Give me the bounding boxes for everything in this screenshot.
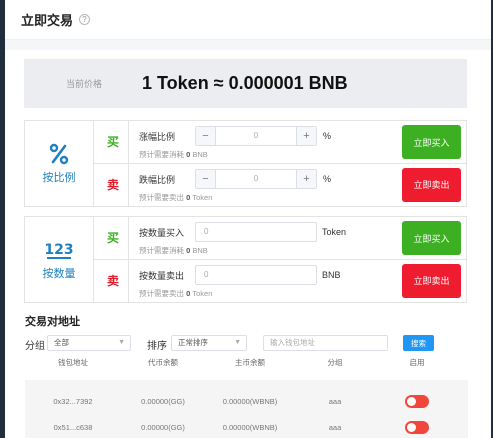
svg-text:123: 123 xyxy=(45,242,73,258)
sell-now-button[interactable]: 立即卖出 xyxy=(402,167,461,202)
rise-ratio-label: 涨幅比例 xyxy=(139,132,176,142)
main-balance-cell: 0.00000(WBNB) xyxy=(222,423,278,432)
wallet-address-cell: 0x32...7392 xyxy=(53,397,93,406)
token-balance-cell: 0.00000(GG) xyxy=(141,423,185,432)
ratio-mode-header: 按比例 xyxy=(25,121,94,206)
estimated-cost-hint: 预计需要消耗 0 BNB xyxy=(139,150,208,159)
column-header: 分组 xyxy=(327,358,343,367)
fall-ratio-stepper: − 0 + xyxy=(195,168,317,189)
page-header: 立即交易 ? xyxy=(5,0,491,40)
table-row: 0x51...c638 0.00000(GG) 0.00000(WBNB) aa… xyxy=(25,418,468,438)
ratio-mode-label: 按比例 xyxy=(42,171,76,184)
estimated-sell-hint: 预计需要卖出 0 Token xyxy=(139,288,213,298)
percent-icon xyxy=(49,143,69,164)
ratio-buy-row: 买 涨幅比例 − 0 + % 预计需要消耗 0 BNB 立即买入 xyxy=(94,121,466,164)
buy-side-label: 买 xyxy=(107,135,120,149)
buy-now-button[interactable]: 立即买入 xyxy=(402,221,461,255)
wallet-address-input[interactable]: 输入钱包地址 xyxy=(263,335,388,351)
column-header: 代币余额 xyxy=(148,358,178,367)
rise-ratio-stepper: − 0 + xyxy=(195,126,317,146)
current-price-bar: 当前价格 1 Token ≈ 0.000001 BNB xyxy=(24,59,467,108)
table-header: 钱包地址 代币余额 主币余额 分组 启用 xyxy=(25,357,468,371)
price-value: 1 Token ≈ 0.000001 BNB xyxy=(142,73,348,93)
ratio-trade-box: 按比例 买 涨幅比例 − 0 + % 预计需要消耗 0 BNB 立即买入 卖 跌… xyxy=(24,120,467,207)
table-row: 0x32...7392 0.00000(GG) 0.00000(WBNB) aa… xyxy=(25,392,468,414)
buy-side-label: 买 xyxy=(107,231,120,245)
chevron-down-icon: ▼ xyxy=(118,339,125,346)
quantity-sell-row: 卖 按数量卖出 0 BNB 预计需要卖出 0 Token 立即卖出 xyxy=(94,259,466,302)
group-label: 分组 xyxy=(25,341,45,352)
sell-side-label: 卖 xyxy=(107,273,120,288)
group-select[interactable]: 全部 ▼ xyxy=(47,335,131,351)
estimated-sell-hint: 预计需要卖出 0 Token xyxy=(139,192,213,202)
sell-side-label: 卖 xyxy=(107,177,120,192)
price-label: 当前价格 xyxy=(65,79,102,89)
quantity-mode-header: 123 按数量 xyxy=(25,217,94,302)
address-table: 0x32...7392 0.00000(GG) 0.00000(WBNB) aa… xyxy=(25,380,468,438)
quantity-trade-box: 123 按数量 买 按数量买入 0 Token 预计需要消耗 0 BNB 立即买… xyxy=(24,216,467,303)
row-divider xyxy=(128,217,129,259)
fall-ratio-label: 跌幅比例 xyxy=(139,174,176,185)
enable-toggle[interactable] xyxy=(405,421,429,434)
header-divider xyxy=(5,40,491,50)
main-balance-cell: 0.00000(WBNB) xyxy=(222,397,278,406)
buy-quantity-label: 按数量买入 xyxy=(139,228,185,238)
estimated-cost-hint: 预计需要消耗 0 BNB xyxy=(139,246,208,255)
group-cell: aaa xyxy=(328,397,342,406)
filter-bar: 分组 全部 ▼ 排序 正常排序 ▼ 输入钱包地址 搜索 xyxy=(25,335,465,352)
section-title: 交易对地址 xyxy=(25,316,80,328)
sort-select[interactable]: 正常排序 ▼ xyxy=(171,335,247,351)
decrement-button[interactable]: − xyxy=(196,169,216,188)
percent-unit: % xyxy=(323,173,332,184)
number-123-icon: 123 xyxy=(45,242,73,259)
chevron-down-icon: ▼ xyxy=(234,339,241,346)
page-title: 立即交易 xyxy=(21,13,74,28)
column-header: 钱包地址 xyxy=(58,358,88,367)
column-header: 启用 xyxy=(409,358,425,367)
buy-now-button[interactable]: 立即买入 xyxy=(402,125,461,159)
increment-button[interactable]: + xyxy=(296,169,316,188)
percent-unit: % xyxy=(323,131,332,141)
enable-toggle[interactable] xyxy=(405,395,429,408)
sell-quantity-input[interactable]: 0 xyxy=(195,264,317,285)
search-button[interactable]: 搜索 xyxy=(403,335,434,351)
ratio-sell-row: 卖 跌幅比例 − 0 + % 预计需要卖出 0 Token 立即卖出 xyxy=(94,163,466,206)
quantity-buy-row: 买 按数量买入 0 Token 预计需要消耗 0 BNB 立即买入 xyxy=(94,217,466,260)
decrement-button[interactable]: − xyxy=(196,127,216,145)
row-divider xyxy=(128,259,129,302)
rise-ratio-input[interactable]: 0 xyxy=(216,127,296,145)
help-icon[interactable]: ? xyxy=(79,14,91,25)
sell-quantity-label: 按数量卖出 xyxy=(139,270,185,281)
fall-ratio-input[interactable]: 0 xyxy=(216,170,296,188)
wallet-address-cell: 0x51...c638 xyxy=(53,423,93,432)
sort-label: 排序 xyxy=(147,341,167,352)
token-balance-cell: 0.00000(GG) xyxy=(141,397,185,406)
bnb-unit: BNB xyxy=(322,269,341,280)
quantity-mode-label: 按数量 xyxy=(42,267,76,280)
sell-now-button[interactable]: 立即卖出 xyxy=(402,263,461,298)
row-divider xyxy=(128,121,129,163)
buy-quantity-input[interactable]: 0 xyxy=(195,222,317,242)
row-divider xyxy=(128,163,129,206)
column-header: 主币余额 xyxy=(235,358,265,367)
increment-button[interactable]: + xyxy=(296,127,316,145)
token-unit: Token xyxy=(322,227,347,237)
group-cell: aaa xyxy=(328,423,342,432)
trade-panel: 立即交易 ? 当前价格 1 Token ≈ 0.000001 BNB 按比例 买… xyxy=(5,0,491,438)
